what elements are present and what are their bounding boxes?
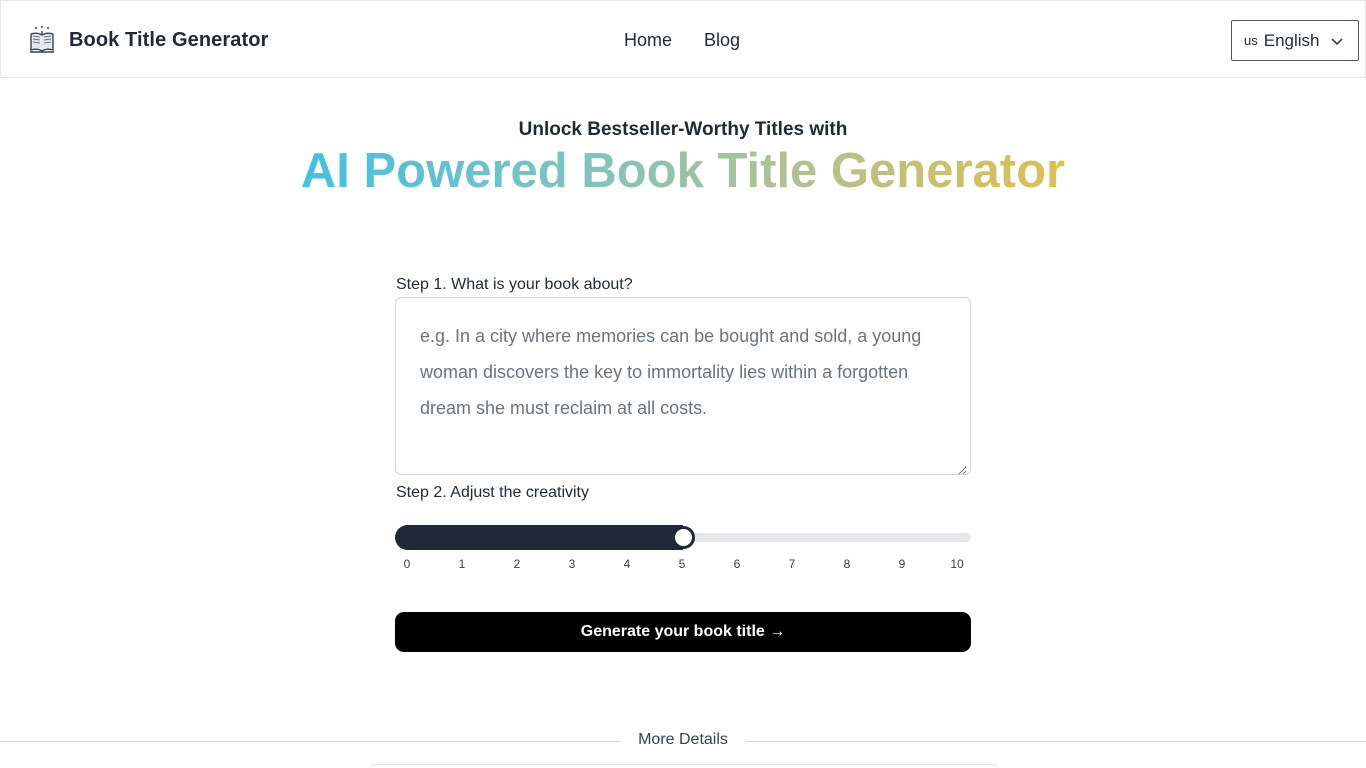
language-select[interactable]: us English	[1231, 20, 1359, 61]
slider-tick-label: 6	[733, 557, 741, 571]
step1-label: Step 1. What is your book about?	[396, 276, 633, 293]
slider-tick-label: 10	[950, 557, 964, 571]
divider-right	[746, 741, 1366, 742]
slider-tick-label: 8	[843, 557, 851, 571]
creativity-slider[interactable]	[395, 525, 971, 550]
slider-thumb[interactable]	[672, 526, 695, 549]
slider-tick-label: 0	[403, 557, 411, 571]
language-label: English	[1263, 30, 1320, 50]
open-book-icon	[28, 25, 56, 55]
brand-name: Book Title Generator	[69, 28, 269, 51]
chevron-down-icon	[1330, 33, 1344, 47]
brand[interactable]: Book Title Generator	[28, 25, 268, 55]
book-description-input[interactable]	[396, 298, 970, 474]
slider-fill	[395, 525, 683, 550]
nav-home-link[interactable]: Home	[624, 30, 672, 51]
more-details-label[interactable]: More Details	[620, 731, 746, 749]
slider-tick-label: 4	[623, 557, 631, 571]
description-field-wrapper	[395, 297, 971, 475]
us-flag-icon: us	[1244, 33, 1258, 48]
hero-title: AI Powered Book Title Generator	[0, 141, 1366, 201]
divider-left	[0, 741, 620, 742]
slider-tick-label: 2	[513, 557, 521, 571]
site-header: Book Title Generator Home Blog us Englis…	[0, 0, 1366, 78]
hero-title-text: AI Powered Book Title Generator	[300, 144, 1066, 198]
slider-ticks: 0 1 2 3 4 5 6 7 8 9 10	[395, 557, 971, 571]
main-nav: Home Blog	[624, 30, 772, 51]
slider-tick-label: 1	[458, 557, 466, 571]
slider-tick-label: 9	[898, 557, 906, 571]
generate-button[interactable]: Generate your book title →	[395, 612, 971, 652]
hero-subtitle: Unlock Bestseller-Worthy Titles with	[518, 119, 848, 140]
details-card	[368, 764, 1000, 768]
slider-tick-label: 7	[788, 557, 796, 571]
slider-tick-label: 5	[678, 557, 686, 571]
slider-tick-label: 3	[568, 557, 576, 571]
resize-handle-icon[interactable]	[958, 462, 967, 475]
step2-label: Step 2. Adjust the creativity	[396, 484, 589, 501]
nav-blog-link[interactable]: Blog	[704, 30, 740, 51]
